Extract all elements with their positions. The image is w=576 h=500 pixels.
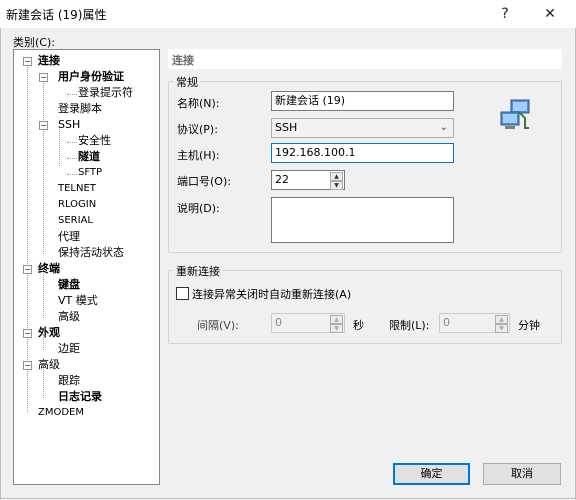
collapse-icon[interactable]: − bbox=[39, 73, 48, 82]
category-label: 类别(C): bbox=[13, 36, 55, 49]
section-title: 连接 bbox=[172, 54, 194, 67]
tree-item-advanced[interactable]: 高级 bbox=[38, 358, 60, 372]
limit-spinner[interactable]: ▲ ▼ bbox=[495, 315, 508, 333]
tree-item-rlogin[interactable]: RLOGIN bbox=[58, 198, 96, 212]
tree-item-tunnel[interactable]: 隧道 bbox=[78, 150, 100, 164]
close-button[interactable]: ✕ bbox=[539, 3, 561, 25]
tree-item-logging[interactable]: 日志记录 bbox=[58, 390, 102, 404]
ok-button[interactable]: 确定 bbox=[393, 463, 470, 485]
port-value: 22 bbox=[275, 173, 289, 186]
network-computers-icon bbox=[500, 99, 530, 129]
protocol-label: 协议(P): bbox=[177, 123, 218, 136]
tree-item-sftp[interactable]: SFTP bbox=[78, 166, 102, 180]
tree-item-margin[interactable]: 边距 bbox=[58, 342, 80, 356]
spin-up-icon[interactable]: ▲ bbox=[330, 315, 343, 324]
tree-item-telnet[interactable]: TELNET bbox=[58, 182, 96, 196]
tree-item-serial[interactable]: SERIAL bbox=[58, 214, 93, 228]
reconnect-group-title: 重新连接 bbox=[174, 263, 222, 279]
chevron-down-icon: ⌄ bbox=[439, 122, 448, 133]
tree-item-connection[interactable]: 连接 bbox=[38, 54, 60, 68]
port-spinner[interactable]: ▲ ▼ bbox=[330, 172, 343, 190]
interval-label: 间隔(V): bbox=[197, 319, 239, 332]
limit-value: 0 bbox=[443, 316, 450, 329]
spin-down-icon[interactable]: ▼ bbox=[330, 324, 343, 333]
help-button[interactable]: ? bbox=[494, 3, 516, 25]
tree-item-security[interactable]: 安全性 bbox=[78, 134, 111, 148]
collapse-icon[interactable]: − bbox=[23, 361, 32, 370]
port-input[interactable]: 22 ▲ ▼ bbox=[271, 170, 345, 190]
tree-item-user-auth[interactable]: 用户身份验证 bbox=[58, 70, 124, 84]
tree-item-zmodem[interactable]: ZMODEM bbox=[38, 406, 84, 420]
tree-item-ssh[interactable]: SSH bbox=[58, 118, 80, 132]
auto-reconnect-checkbox[interactable] bbox=[176, 287, 189, 300]
category-tree[interactable]: − − − − − − 连接 用户身份验证 登录提示符 登录脚本 SSH 安全性… bbox=[13, 49, 160, 485]
window-title: 新建会话 (19)属性 bbox=[6, 8, 107, 22]
name-label: 名称(N): bbox=[177, 97, 220, 110]
description-input[interactable] bbox=[271, 197, 454, 243]
tree-item-vt-mode[interactable]: VT 模式 bbox=[58, 294, 98, 308]
interval-value: 0 bbox=[275, 316, 282, 329]
limit-input[interactable]: 0 ▲ ▼ bbox=[439, 313, 510, 333]
interval-input[interactable]: 0 ▲ ▼ bbox=[271, 313, 345, 333]
tree-item-terminal[interactable]: 终端 bbox=[38, 262, 60, 276]
limit-label: 限制(L): bbox=[389, 319, 430, 332]
tree-item-proxy[interactable]: 代理 bbox=[58, 230, 80, 244]
general-group-title: 常规 bbox=[174, 74, 200, 90]
seconds-unit: 秒 bbox=[353, 319, 364, 332]
section-header: 连接 bbox=[168, 49, 562, 69]
collapse-icon[interactable]: − bbox=[23, 57, 32, 66]
cancel-button[interactable]: 取消 bbox=[483, 463, 561, 485]
tree-item-terminal-advanced[interactable]: 高级 bbox=[58, 310, 80, 324]
host-input[interactable]: 192.168.100.1 bbox=[271, 143, 454, 163]
port-label: 端口号(O): bbox=[177, 175, 231, 188]
spin-up-icon[interactable]: ▲ bbox=[330, 172, 343, 181]
spin-down-icon[interactable]: ▼ bbox=[330, 181, 343, 190]
description-label: 说明(D): bbox=[177, 202, 220, 215]
auto-reconnect-label: 连接异常关闭时自动重新连接(A) bbox=[192, 288, 352, 301]
tree-item-login-script[interactable]: 登录脚本 bbox=[58, 102, 102, 116]
tree-item-trace[interactable]: 跟踪 bbox=[58, 374, 80, 388]
tree-item-keyboard[interactable]: 键盘 bbox=[58, 278, 80, 292]
protocol-value: SSH bbox=[275, 121, 298, 134]
collapse-icon[interactable]: − bbox=[39, 121, 48, 130]
spin-up-icon[interactable]: ▲ bbox=[495, 315, 508, 324]
tree-item-appearance[interactable]: 外观 bbox=[38, 326, 60, 340]
tree-item-login-prompt[interactable]: 登录提示符 bbox=[78, 86, 133, 100]
title-bar: 新建会话 (19)属性 ? ✕ bbox=[0, 0, 576, 28]
collapse-icon[interactable]: − bbox=[23, 329, 32, 338]
interval-spinner[interactable]: ▲ ▼ bbox=[330, 315, 343, 333]
minutes-unit: 分钟 bbox=[518, 319, 540, 332]
host-label: 主机(H): bbox=[177, 149, 220, 162]
spin-down-icon[interactable]: ▼ bbox=[495, 324, 508, 333]
name-input[interactable]: 新建会话 (19) bbox=[271, 91, 454, 111]
collapse-icon[interactable]: − bbox=[23, 265, 32, 274]
protocol-select[interactable]: SSH ⌄ bbox=[271, 118, 454, 138]
tree-item-keepalive[interactable]: 保持活动状态 bbox=[58, 246, 124, 260]
